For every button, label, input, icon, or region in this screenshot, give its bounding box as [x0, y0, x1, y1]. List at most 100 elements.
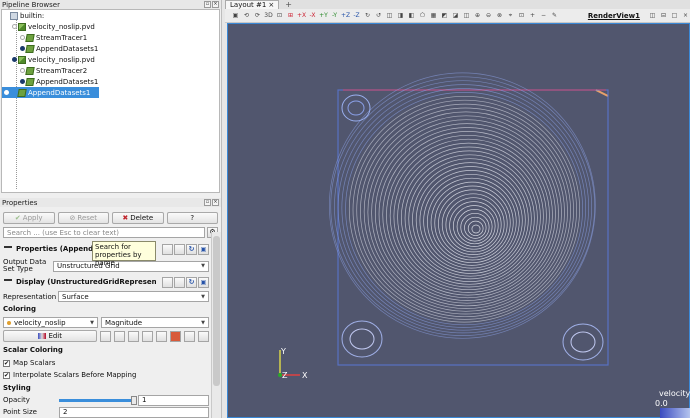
help-button[interactable]: ? [166, 212, 218, 224]
pipeline-tree[interactable]: builtin: velocity_noslip.pvd StreamTrace… [1, 9, 220, 193]
grow-selection-icon[interactable]: ⊕ [473, 11, 482, 20]
hover-points-icon[interactable]: ◪ [451, 11, 460, 20]
view-x-plus-icon[interactable]: +X [297, 11, 306, 20]
rescale-temporal-icon[interactable] [128, 330, 140, 342]
output-type-select[interactable]: Unstructured Grid ▼ [53, 260, 209, 272]
edit-icon[interactable]: ✎ [550, 11, 559, 20]
pipeline-item-streamtracer2[interactable]: StreamTracer2 [2, 65, 219, 76]
scrollbar-thumb[interactable] [213, 236, 220, 386]
rescale-icon[interactable] [100, 330, 112, 342]
close-icon[interactable]: × [212, 199, 219, 206]
slider-handle[interactable] [131, 395, 137, 405]
pipeline-item-append2[interactable]: AppendDatasets1 [2, 76, 219, 87]
close-view-icon[interactable]: × [681, 11, 690, 20]
pipeline-item-builtin[interactable]: builtin: [2, 10, 219, 21]
interpolate-scalars-row[interactable]: ✔ Interpolate Scalars Before Mapping [3, 370, 209, 380]
palette-icon[interactable] [170, 330, 182, 342]
toggle-legend-icon[interactable] [156, 330, 168, 342]
representation-select[interactable]: Surface ▼ [58, 291, 209, 302]
apply-button[interactable]: ✔ Apply [3, 212, 55, 224]
refresh-icon[interactable]: ↻ [186, 276, 197, 288]
tab-layout-1[interactable]: Layout #1 × [225, 0, 280, 9]
rescale-custom-icon[interactable] [114, 330, 126, 342]
render-view[interactable]: Y X Z velocity 0.0 [227, 23, 690, 418]
pipeline-item-append-selected[interactable]: AppendDatasets1 [2, 87, 99, 98]
reset-button[interactable]: ⊘ Reset [57, 212, 109, 224]
view-z-minus-icon[interactable]: -Z [352, 11, 361, 20]
plus-icon[interactable]: + [528, 11, 537, 20]
refresh-icon[interactable]: ↻ [186, 243, 197, 255]
select-points-icon[interactable]: ◨ [396, 11, 405, 20]
point-size-input[interactable]: 2 [59, 406, 209, 418]
hover-cells-icon[interactable]: ◫ [462, 11, 471, 20]
pipeline-item-reader[interactable]: velocity_noslip.pvd [2, 21, 219, 32]
pick-center-icon[interactable]: ⌖ [506, 11, 515, 20]
camera-undo-icon[interactable]: ⟲ [242, 11, 251, 20]
split-vertical-icon[interactable]: ⊟ [659, 11, 668, 20]
toggle-3d-button[interactable]: 3D [264, 11, 273, 20]
copy-icon[interactable] [162, 276, 173, 288]
add-layout-button[interactable]: + [279, 0, 298, 9]
select-polygon-icon[interactable]: ⬠ [418, 11, 427, 20]
rescale-visible-icon[interactable] [142, 330, 154, 342]
copy-icon[interactable] [162, 243, 173, 255]
reset-camera-icon[interactable]: ⊡ [275, 11, 284, 20]
trash-icon[interactable] [184, 330, 196, 342]
interactive-select-icon[interactable]: ◩ [440, 11, 449, 20]
rotate-cw-icon[interactable]: ↻ [363, 11, 372, 20]
coloring-heading: Coloring [3, 305, 37, 313]
select-cells-icon[interactable]: ◫ [385, 11, 394, 20]
select-blocks-icon[interactable]: ▦ [429, 11, 438, 20]
pipeline-item-reader2[interactable]: velocity_noslip.pvd [2, 54, 219, 65]
streamline-ring [438, 189, 508, 258]
visibility-toggle[interactable] [10, 23, 18, 31]
display-section-header[interactable]: Display (UnstructuredGridRepresenta ↻ ▣ [0, 275, 211, 289]
paste-icon[interactable] [174, 243, 185, 255]
view-x-minus-icon[interactable]: -X [308, 11, 317, 20]
map-scalars-checkbox[interactable]: ✔ [3, 359, 10, 367]
properties-scrollbar[interactable] [211, 232, 221, 418]
shrink-selection-icon[interactable]: ⊖ [484, 11, 493, 20]
close-icon[interactable]: × [212, 1, 219, 8]
visibility-toggle[interactable] [2, 89, 10, 97]
opacity-input[interactable]: 1 [138, 394, 209, 406]
interpolate-scalars-checkbox[interactable]: ✔ [3, 371, 10, 379]
save-icon[interactable]: ▣ [198, 243, 209, 255]
color-component-select[interactable]: Magnitude ▼ [101, 317, 209, 328]
color-array-select[interactable]: velocity_noslip ▼ [3, 317, 98, 328]
eye-open-icon [19, 79, 25, 84]
close-tab-icon[interactable]: × [268, 1, 274, 9]
properties-search-input[interactable]: Search ... (use Esc to clear text) [3, 227, 205, 238]
pipeline-item-streamtracer1[interactable]: StreamTracer1 [2, 32, 219, 43]
minus-icon[interactable]: − [539, 11, 548, 20]
paste-icon[interactable] [174, 276, 185, 288]
rotate-ccw-icon[interactable]: ↺ [374, 11, 383, 20]
opacity-slider[interactable] [59, 395, 137, 405]
choose-preset-icon[interactable] [198, 330, 210, 342]
undock-icon[interactable]: ▫ [204, 1, 211, 8]
view-y-minus-icon[interactable]: -Y [330, 11, 339, 20]
delete-button[interactable]: ✖ Delete [112, 212, 164, 224]
view-y-plus-icon[interactable]: +Y [319, 11, 328, 20]
split-horizontal-icon[interactable]: ◫ [648, 11, 657, 20]
clear-selection-icon[interactable]: ⊗ [495, 11, 504, 20]
pipeline-browser-title: Pipeline Browser [2, 0, 60, 9]
render-view-label[interactable]: RenderView1 [588, 12, 640, 20]
zoom-box-icon[interactable]: ⊡ [517, 11, 526, 20]
eye-open-icon [11, 57, 17, 62]
pipeline-item-append1[interactable]: AppendDatasets1 [2, 43, 219, 54]
camera-redo-icon[interactable]: ⟳ [253, 11, 262, 20]
visibility-toggle[interactable] [10, 56, 18, 64]
check-icon: ✔ [14, 214, 21, 222]
view-z-plus-icon[interactable]: +Z [341, 11, 350, 20]
save-icon[interactable]: ▣ [198, 276, 209, 288]
eye-closed-icon [19, 68, 25, 73]
map-scalars-row[interactable]: ✔ Map Scalars [3, 358, 209, 368]
bottom-left-eddy [341, 320, 383, 358]
undock-icon[interactable]: ▫ [204, 199, 211, 206]
edit-color-map-button[interactable]: Edit [3, 330, 98, 342]
screenshot-icon[interactable]: ▣ [231, 11, 240, 20]
select-frustum-icon[interactable]: ◧ [407, 11, 416, 20]
zoom-to-data-icon[interactable]: ⊞ [286, 11, 295, 20]
maximize-icon[interactable]: □ [670, 11, 679, 20]
